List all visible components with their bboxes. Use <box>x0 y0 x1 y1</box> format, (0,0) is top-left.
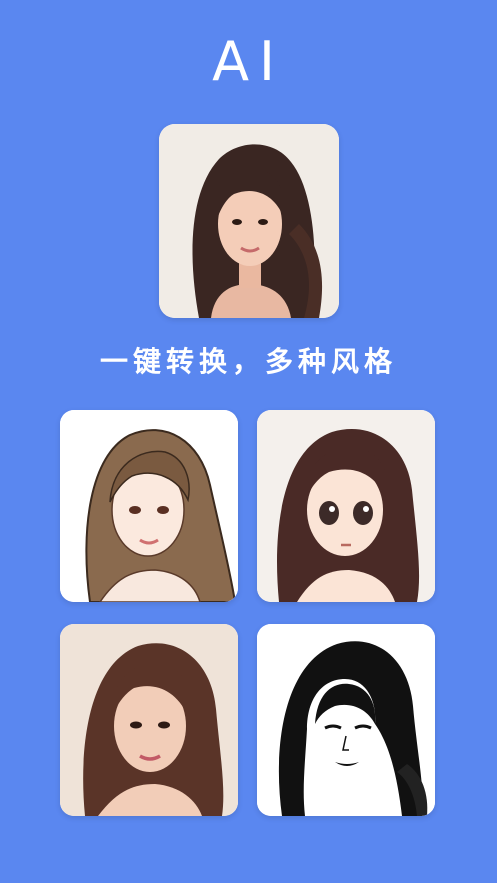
style-result-anime <box>257 410 435 602</box>
style-result-sketch-color <box>60 410 238 602</box>
app-title: AI <box>212 30 285 93</box>
portrait-photo-graphic <box>159 124 339 318</box>
original-portrait-image <box>159 124 339 318</box>
painted-cartoon-portrait-graphic <box>60 624 238 816</box>
tagline-text: 一键转换，多种风格 <box>99 345 397 378</box>
black-white-ink-portrait-graphic <box>257 624 435 816</box>
anime-portrait-graphic <box>257 410 435 602</box>
sketch-color-portrait-graphic <box>60 410 238 602</box>
style-result-black-white-ink <box>257 624 435 816</box>
style-result-painted-cartoon <box>60 624 238 816</box>
